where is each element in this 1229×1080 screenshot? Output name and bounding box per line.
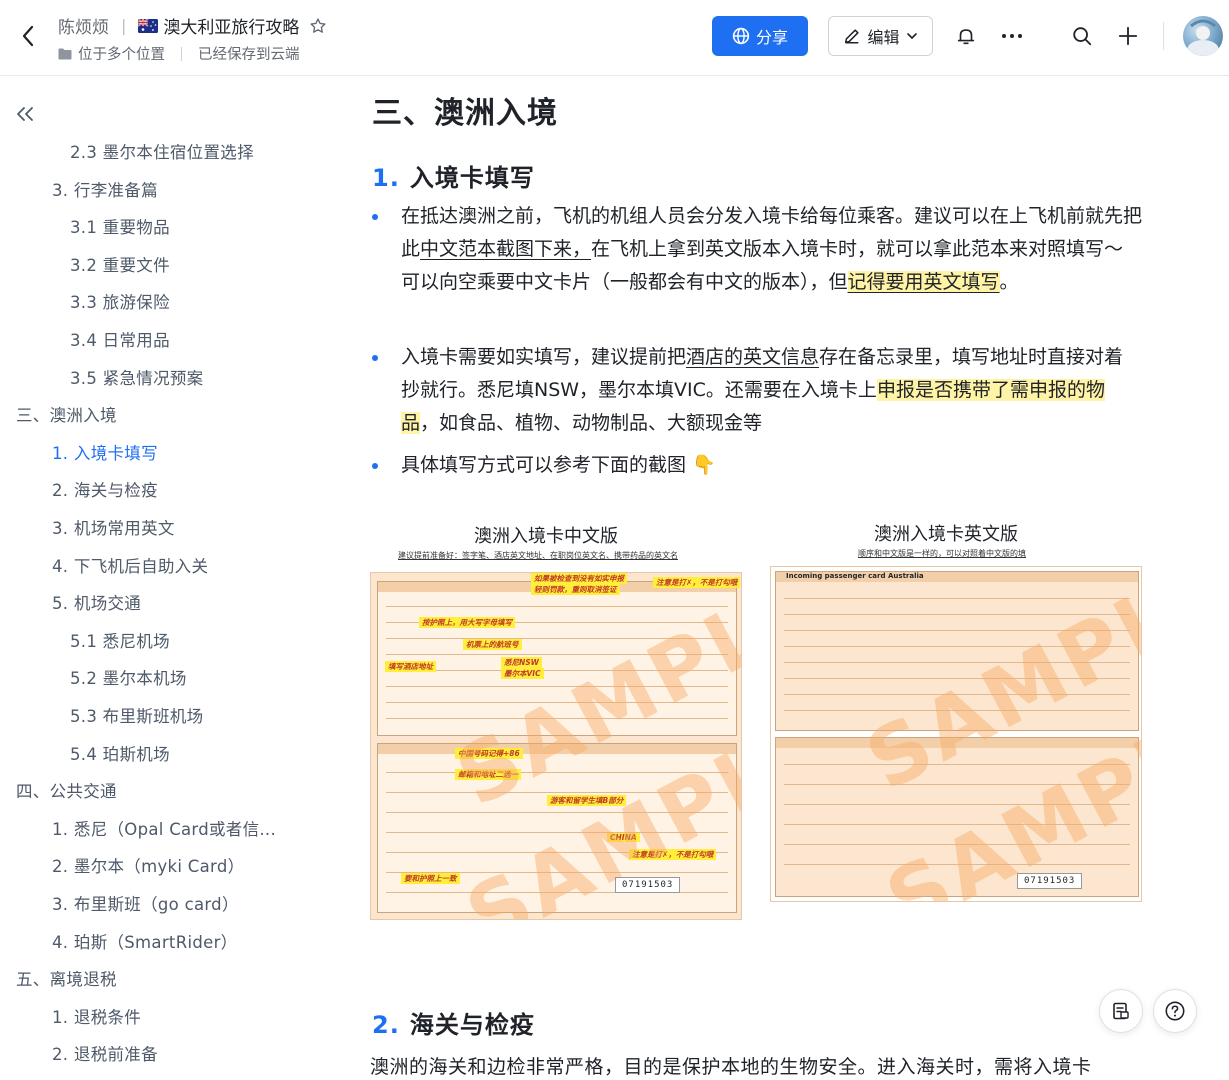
card-cn-title: 澳洲入境卡中文版 <box>474 526 618 547</box>
breadcrumb-separator: | <box>121 16 127 35</box>
header-divider <box>1163 22 1164 50</box>
list-item: 在抵达澳洲之前，飞机的机组人员会分发入境卡给每位乘客。建议可以在上飞机前就先把此… <box>372 200 1142 299</box>
toc-item[interactable]: 2. 墨尔本（myki Card） <box>52 853 244 877</box>
card-en-title: 澳洲入境卡英文版 <box>874 524 1018 545</box>
annotation-note: 机票上的航班号 <box>463 639 522 650</box>
toc-item[interactable]: 3.4 日常用品 <box>70 327 170 351</box>
bullet-dot <box>372 463 378 469</box>
annotation-note: 填写酒店地址 <box>385 661 436 672</box>
entry-card-en-image[interactable]: 澳洲入境卡英文版 顺序和中文版是一样的，可以对照着中文版的填 Incoming … <box>770 516 1142 921</box>
toc-item[interactable]: 3. 布里斯班（go card） <box>52 891 239 915</box>
card-number: 07191503 <box>1017 873 1083 889</box>
entry-card-cn-image[interactable]: 澳洲入境卡中文版 建议提前准备好：签字笔、酒店英文地址、在职岗位英文名、携带药品… <box>370 516 742 921</box>
folder-icon <box>58 48 72 60</box>
heading-number: 1. <box>372 164 400 192</box>
form-country-text: Australia <box>888 572 924 580</box>
paragraph: 澳洲的海关和边检非常严格，目的是保护本地的生物安全。进入海关时，需将入境卡 <box>370 1056 1092 1078</box>
toc-item[interactable]: 2.3 墨尔本住宿位置选择 <box>70 139 254 163</box>
edit-label: 编辑 <box>867 28 900 47</box>
document-body: 三、澳洲入境 1. 入境卡填写 在抵达澳洲之前，飞机的机组人员会分发入境卡给每位乘… <box>360 76 1160 1080</box>
breadcrumb: 陈烦烦 | 澳大利亚旅行攻略 <box>58 13 327 38</box>
underlined-text: 酒店的英文信息 <box>686 346 820 368</box>
edit-button[interactable]: 编辑 <box>828 16 933 56</box>
annotation-note: 墨尔本VIC <box>501 668 544 679</box>
search-icon[interactable] <box>1068 22 1096 50</box>
heading-text: 入境卡填写 <box>409 164 535 192</box>
card-cn-form: 如果被检查到没有如实申报 轻则罚款，重则取消签证 注意是打✗，不是打勾哦 按护照… <box>370 572 742 920</box>
list-item-text: 具体填写方式可以参考下面的截图 👇 <box>401 454 716 476</box>
location-text[interactable]: 位于多个位置 <box>78 43 165 64</box>
annotation-note: 注意是打✗，不是打勾哦 <box>653 577 741 588</box>
annotation-note: 要和护照上一致 <box>401 873 460 884</box>
card-en-subtitle: 顺序和中文版是一样的，可以对照着中文版的填 <box>858 549 1026 558</box>
toc-item[interactable]: 1. 退税条件 <box>52 1004 141 1028</box>
toc-item[interactable]: 5.3 布里斯班机场 <box>70 703 204 727</box>
toc-item[interactable]: 1. 入境卡填写 <box>52 440 158 464</box>
toc-item[interactable]: 3.5 紧急情况预案 <box>70 365 204 389</box>
annotation-note: 轻则罚款，重则取消签证 <box>531 584 620 595</box>
toc-item[interactable]: 3. 机场常用英文 <box>52 515 175 539</box>
globe-icon <box>732 27 750 45</box>
toc-item[interactable]: 4. 下飞机后自助入关 <box>52 553 208 577</box>
heading-h1: 三、澳洲入境 <box>372 96 558 131</box>
toc-item[interactable]: 5.4 珀斯机场 <box>70 741 170 765</box>
star-icon[interactable] <box>309 17 327 35</box>
toc-item[interactable]: 4. 珀斯（SmartRider） <box>52 929 237 953</box>
save-status: 已经保存到云端 <box>198 47 300 63</box>
toc-item[interactable]: 三、澳洲入境 <box>16 402 117 426</box>
back-icon[interactable] <box>14 22 42 50</box>
bell-icon[interactable] <box>952 22 980 50</box>
share-button[interactable]: 分享 <box>712 16 808 56</box>
collapse-sidebar-icon[interactable] <box>12 101 38 127</box>
annotation-note: 悉尼NSW <box>501 657 542 668</box>
toc-item[interactable]: 四、公共交通 <box>16 778 117 802</box>
document-outline-icon[interactable] <box>1099 989 1143 1033</box>
heading-number: 2. <box>372 1011 400 1039</box>
heading-text: 海关与检疫 <box>409 1011 535 1039</box>
plus-icon[interactable] <box>1114 22 1142 50</box>
toc-item[interactable]: 5.1 悉尼机场 <box>70 628 170 652</box>
australia-flag-icon <box>138 18 159 33</box>
toc-item[interactable]: 五、离境退税 <box>16 966 117 990</box>
card-number: 07191503 <box>615 877 681 893</box>
list-item-text: 入境卡需要如实填写，建议提前把酒店的英文信息存在备忘录里，填写地址时直接对着抄就… <box>401 346 1124 434</box>
toc-item[interactable]: 2. 退税前准备 <box>52 1041 158 1065</box>
heading-customs: 2. 海关与检疫 <box>372 1005 535 1040</box>
toc-item[interactable]: 3.2 重要文件 <box>70 252 170 276</box>
toc-item[interactable]: 1. 悉尼（Opal Card或者信... <box>52 816 276 840</box>
card-en-form: Incoming passenger card Australia SAMPLE… <box>770 566 1142 902</box>
toc-item[interactable]: 3.3 旅游保险 <box>70 289 170 313</box>
share-label: 分享 <box>755 28 788 47</box>
toc-item[interactable]: 5.2 墨尔本机场 <box>70 665 187 689</box>
list-item: 具体填写方式可以参考下面的截图 👇 <box>372 449 1142 482</box>
annotation-note: 按护照上，用大写字母填写 <box>419 617 515 628</box>
form-header-text: Incoming passenger card <box>786 572 886 580</box>
pencil-icon <box>845 29 860 44</box>
underlined-text: 中文范本截图下来， <box>420 238 592 260</box>
document-title[interactable]: 澳大利亚旅行攻略 <box>163 13 299 38</box>
toc-item[interactable]: 3.1 重要物品 <box>70 214 170 238</box>
document-meta: 位于多个位置 已经保存到云端 <box>58 43 300 64</box>
chevron-down-icon <box>906 33 917 40</box>
card-cn-subtitle: 建议提前准备好：签字笔、酒店英文地址、在职岗位英文名、携带药品的英文名 <box>398 551 678 560</box>
highlighted-text: 记得要用英文填写 <box>847 271 1000 293</box>
bullet-dot <box>372 355 378 361</box>
top-bar: 陈烦烦 | 澳大利亚旅行攻略 位于多个位置 已经保存到云端 分享 编辑 <box>0 0 1229 76</box>
toc-item[interactable]: 5. 机场交通 <box>52 590 141 614</box>
toc-item[interactable]: 3. 行李准备篇 <box>52 177 158 201</box>
list-item-text: 在抵达澳洲之前，飞机的机组人员会分发入境卡给每位乘客。建议可以在上飞机前就先把此… <box>401 205 1143 293</box>
bullet-dot <box>372 214 378 220</box>
avatar[interactable] <box>1183 16 1223 56</box>
meta-divider <box>181 46 182 61</box>
help-icon[interactable] <box>1153 989 1197 1033</box>
more-icon[interactable] <box>998 22 1026 50</box>
toc-item[interactable]: 2. 海关与检疫 <box>52 477 158 501</box>
breadcrumb-parent[interactable]: 陈烦烦 <box>58 13 109 38</box>
heading-entry-card: 1. 入境卡填写 <box>372 158 535 193</box>
list-item: 入境卡需要如实填写，建议提前把酒店的英文信息存在备忘录里，填写地址时直接对着抄就… <box>372 341 1142 440</box>
annotation-note: 如果被检查到没有如实申报 <box>531 573 627 584</box>
